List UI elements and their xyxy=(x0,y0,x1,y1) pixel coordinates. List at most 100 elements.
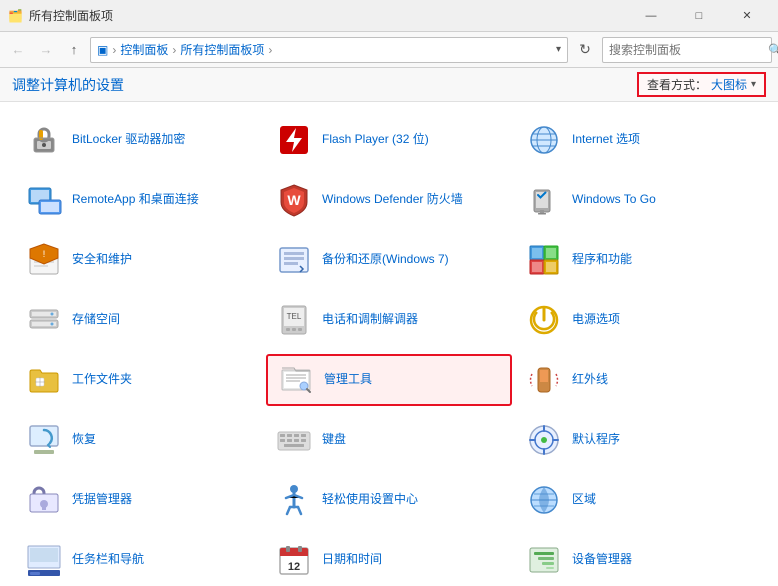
minimize-button[interactable]: — xyxy=(628,0,674,32)
item-label-bitlocker: BitLocker 驱动器加密 xyxy=(72,132,185,148)
flash-icon xyxy=(274,120,314,160)
control-item-admintool[interactable]: 管理工具 xyxy=(266,354,512,406)
item-label-power: 电源选项 xyxy=(572,312,620,328)
close-button[interactable]: ✕ xyxy=(724,0,770,32)
control-item-security[interactable]: ! 安全和维护 xyxy=(16,234,262,286)
control-item-flash[interactable]: Flash Player (32 位) xyxy=(266,114,512,166)
control-item-easeaccess[interactable]: 轻松使用设置中心 xyxy=(266,474,512,526)
item-label-security: 安全和维护 xyxy=(72,252,132,268)
item-label-taskbar: 任务栏和导航 xyxy=(72,552,144,568)
control-item-phone[interactable]: TEL电话和调制解调器 xyxy=(266,294,512,346)
control-item-remoteapp[interactable]: RemoteApp 和桌面连接 xyxy=(16,174,262,226)
control-item-defender[interactable]: W Windows Defender 防火墙 xyxy=(266,174,512,226)
item-label-admintool: 管理工具 xyxy=(324,372,372,388)
control-item-defaults[interactable]: 默认程序 xyxy=(516,414,762,466)
address-bar: ← → ↑ ▣ › 控制面板 › 所有控制面板项 › ▾ ↻ 🔍 xyxy=(0,32,778,68)
title-bar-controls: — □ ✕ xyxy=(628,0,770,32)
control-item-windowstogo[interactable]: Windows To Go xyxy=(516,174,762,226)
item-label-flash: Flash Player (32 位) xyxy=(322,132,429,148)
item-label-remoteapp: RemoteApp 和桌面连接 xyxy=(72,192,199,208)
page-title: 调整计算机的设置 xyxy=(12,75,124,95)
region-icon xyxy=(524,480,564,520)
item-label-region: 区域 xyxy=(572,492,596,508)
maximize-button[interactable]: □ xyxy=(676,0,722,32)
view-options[interactable]: 查看方式： 大图标 ▾ xyxy=(637,72,766,97)
search-input[interactable] xyxy=(609,43,764,57)
devmgr-icon xyxy=(524,540,564,580)
breadcrumb-bar[interactable]: ▣ › 控制面板 › 所有控制面板项 › ▾ xyxy=(90,37,568,63)
back-button[interactable]: ← xyxy=(6,38,30,62)
control-item-keyboard[interactable]: 键盘 xyxy=(266,414,512,466)
power-icon xyxy=(524,300,564,340)
item-label-workfolder: 工作文件夹 xyxy=(72,372,132,388)
control-item-datetime[interactable]: 12 日期和时间 xyxy=(266,534,512,586)
search-icon: 🔍 xyxy=(768,43,778,57)
storage-icon xyxy=(24,300,64,340)
admintool-icon xyxy=(276,360,316,400)
backup-icon xyxy=(274,240,314,280)
view-label: 查看方式： xyxy=(647,76,707,93)
item-label-internet: Internet 选项 xyxy=(572,132,640,148)
item-label-easeaccess: 轻松使用设置中心 xyxy=(322,492,418,508)
bitlocker-icon xyxy=(24,120,64,160)
svg-text:!: ! xyxy=(43,249,46,259)
phone-icon: TEL xyxy=(274,300,314,340)
breadcrumb-item-1[interactable]: 控制面板 xyxy=(120,41,168,58)
security-icon: ! xyxy=(24,240,64,280)
item-label-recovery: 恢复 xyxy=(72,432,96,448)
taskbar-icon xyxy=(24,540,64,580)
control-item-devmgr[interactable]: 设备管理器 xyxy=(516,534,762,586)
windowstogo-icon xyxy=(524,180,564,220)
control-item-programs[interactable]: 程序和功能 xyxy=(516,234,762,286)
keyboard-icon xyxy=(274,420,314,460)
credentials-icon xyxy=(24,480,64,520)
item-label-defender: Windows Defender 防火墙 xyxy=(322,192,463,208)
control-item-infrared[interactable]: 红外线 xyxy=(516,354,762,406)
defaults-icon xyxy=(524,420,564,460)
control-item-backup[interactable]: 备份和还原(Windows 7) xyxy=(266,234,512,286)
forward-button[interactable]: → xyxy=(34,38,58,62)
main-content: BitLocker 驱动器加密 Flash Player (32 位) Intern… xyxy=(0,102,778,586)
workfolder-icon xyxy=(24,360,64,400)
control-item-power[interactable]: 电源选项 xyxy=(516,294,762,346)
item-label-credentials: 凭据管理器 xyxy=(72,492,132,508)
up-button[interactable]: ↑ xyxy=(62,38,86,62)
control-item-recovery[interactable]: 恢复 xyxy=(16,414,262,466)
item-label-defaults: 默认程序 xyxy=(572,432,620,448)
view-value: 大图标 xyxy=(711,76,747,93)
programs-icon xyxy=(524,240,564,280)
control-item-taskbar[interactable]: 任务栏和导航 xyxy=(16,534,262,586)
breadcrumb-icon: ▣ xyxy=(97,43,108,57)
item-label-datetime: 日期和时间 xyxy=(322,552,382,568)
refresh-button[interactable]: ↻ xyxy=(572,37,598,63)
recovery-icon xyxy=(24,420,64,460)
view-arrow-icon: ▾ xyxy=(751,79,756,90)
control-item-bitlocker[interactable]: BitLocker 驱动器加密 xyxy=(16,114,262,166)
item-label-programs: 程序和功能 xyxy=(572,252,632,268)
svg-text:W: W xyxy=(287,192,301,208)
defender-icon: W xyxy=(274,180,314,220)
control-item-internet[interactable]: Internet 选项 xyxy=(516,114,762,166)
control-item-region[interactable]: 区域 xyxy=(516,474,762,526)
control-item-credentials[interactable]: 凭据管理器 xyxy=(16,474,262,526)
control-panel-grid: BitLocker 驱动器加密 Flash Player (32 位) Intern… xyxy=(0,102,778,586)
datetime-icon: 12 xyxy=(274,540,314,580)
item-label-infrared: 红外线 xyxy=(572,372,608,388)
item-label-devmgr: 设备管理器 xyxy=(572,552,632,568)
remoteapp-icon xyxy=(24,180,64,220)
item-label-keyboard: 键盘 xyxy=(322,432,346,448)
window-title: 所有控制面板项 xyxy=(29,7,113,24)
toolbar: 调整计算机的设置 查看方式： 大图标 ▾ xyxy=(0,68,778,102)
easeaccess-icon xyxy=(274,480,314,520)
internet-icon xyxy=(524,120,564,160)
breadcrumb-item-2[interactable]: 所有控制面板项 xyxy=(180,41,264,58)
control-item-storage[interactable]: 存储空间 xyxy=(16,294,262,346)
control-item-workfolder[interactable]: 工作文件夹 xyxy=(16,354,262,406)
infrared-icon xyxy=(524,360,564,400)
title-bar: 🗂️ 所有控制面板项 — □ ✕ xyxy=(0,0,778,32)
item-label-backup: 备份和还原(Windows 7) xyxy=(322,252,449,268)
window-icon: 🗂️ xyxy=(8,9,23,23)
svg-text:TEL: TEL xyxy=(287,312,302,321)
title-bar-left: 🗂️ 所有控制面板项 xyxy=(8,7,113,24)
search-bar: 🔍 xyxy=(602,37,772,63)
